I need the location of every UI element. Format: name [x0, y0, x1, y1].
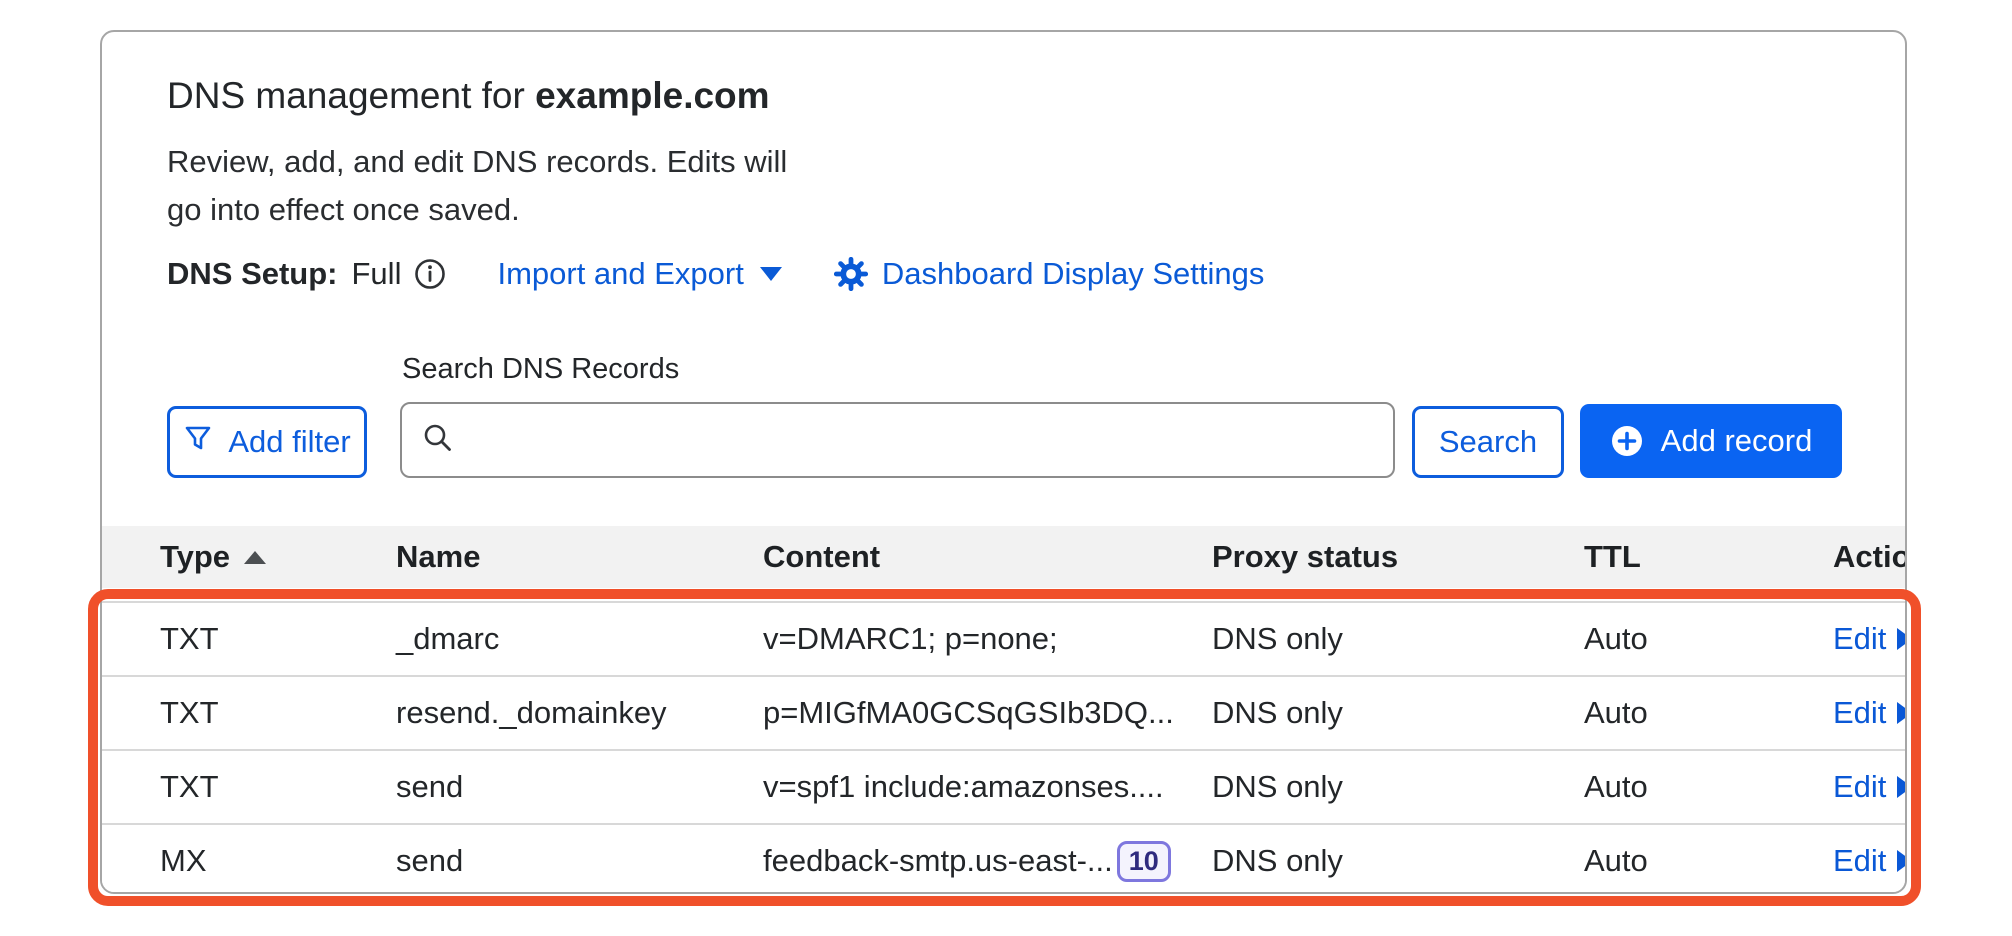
dns-setup-value: Full	[352, 256, 402, 292]
cell-content: v=spf1 include:amazonses....	[763, 769, 1212, 805]
page-title: DNS management for example.com	[167, 74, 1905, 118]
table-gap	[102, 588, 1905, 601]
add-record-label: Add record	[1661, 423, 1813, 459]
chevron-right-icon	[1897, 628, 1907, 650]
edit-label: Edit	[1833, 695, 1886, 731]
table-row-domainkey: TXT resend._domainkey p=MIGfMA0GCSqGSIb3…	[102, 675, 1905, 749]
cell-type: TXT	[160, 769, 396, 805]
cell-ttl: Auto	[1584, 769, 1833, 805]
edit-label: Edit	[1833, 843, 1886, 879]
search-field-group: Search DNS Records	[400, 352, 1395, 478]
table-row-mx: MX send feedback-smtp.us-east-... 10 DNS…	[102, 823, 1905, 894]
mx-priority-badge: 10	[1117, 841, 1171, 882]
cell-proxy-status: DNS only	[1212, 843, 1584, 879]
cell-name: resend._domainkey	[396, 695, 763, 731]
cell-proxy-status: DNS only	[1212, 769, 1584, 805]
cell-name: send	[396, 769, 763, 805]
info-icon[interactable]	[413, 257, 447, 291]
chevron-right-icon	[1897, 776, 1907, 798]
dashboard-display-settings-link[interactable]: Dashboard Display Settings	[882, 256, 1265, 292]
add-filter-button[interactable]: Add filter	[167, 406, 367, 478]
plus-circle-icon	[1610, 424, 1644, 458]
chevron-right-icon	[1897, 850, 1907, 872]
cell-content: feedback-smtp.us-east-... 10	[763, 841, 1212, 882]
cell-content: p=MIGfMA0GCSqGSIb3DQ...	[763, 695, 1212, 731]
filter-icon	[183, 423, 213, 461]
edit-record-button[interactable]: Edit	[1833, 621, 1907, 657]
chevron-right-icon	[1897, 702, 1907, 724]
table-row-dmarc: TXT _dmarc v=DMARC1; p=none; DNS only Au…	[102, 601, 1905, 675]
add-filter-label: Add filter	[228, 424, 350, 460]
column-header-actions: Actions	[1833, 539, 1907, 575]
table-row-spf: TXT send v=spf1 include:amazonses.... DN…	[102, 749, 1905, 823]
page-description: Review, add, and edit DNS records. Edits…	[167, 138, 1905, 234]
search-button[interactable]: Search	[1412, 406, 1564, 478]
toolbar: Add filter Search DNS Records Search	[167, 352, 1905, 478]
cell-name: send	[396, 843, 763, 879]
dns-management-card: DNS management for example.com Review, a…	[100, 30, 1907, 894]
cell-proxy-status: DNS only	[1212, 621, 1584, 657]
column-header-type-label: Type	[160, 539, 230, 575]
dns-setup-label: DNS Setup:	[167, 256, 338, 292]
search-box	[400, 402, 1395, 478]
cell-type: MX	[160, 843, 396, 879]
edit-label: Edit	[1833, 769, 1886, 805]
cell-content-text: feedback-smtp.us-east-...	[763, 843, 1113, 879]
search-field-label: Search DNS Records	[402, 352, 1395, 386]
sort-ascending-icon	[244, 551, 266, 564]
column-header-proxy-status[interactable]: Proxy status	[1212, 539, 1584, 575]
table-header-row: Type Name Content Proxy status TTL Actio…	[102, 526, 1905, 588]
cell-name: _dmarc	[396, 621, 763, 657]
cell-proxy-status: DNS only	[1212, 695, 1584, 731]
cell-ttl: Auto	[1584, 843, 1833, 879]
description-line-1: Review, add, and edit DNS records. Edits…	[167, 144, 787, 179]
add-record-button[interactable]: Add record	[1580, 404, 1842, 478]
edit-record-button[interactable]: Edit	[1833, 769, 1907, 805]
search-input[interactable]	[470, 422, 1373, 458]
page-title-prefix: DNS management for	[167, 75, 535, 116]
edit-record-button[interactable]: Edit	[1833, 695, 1907, 731]
search-button-label: Search	[1439, 424, 1537, 460]
column-header-content[interactable]: Content	[763, 539, 1212, 575]
dns-setup-row: DNS Setup: Full Import and Export	[167, 256, 1905, 292]
cell-ttl: Auto	[1584, 695, 1833, 731]
column-header-ttl[interactable]: TTL	[1584, 539, 1833, 575]
cell-type: TXT	[160, 695, 396, 731]
page-title-domain: example.com	[535, 75, 769, 116]
cell-type: TXT	[160, 621, 396, 657]
chevron-down-icon	[760, 267, 782, 281]
edit-label: Edit	[1833, 621, 1886, 657]
import-export-label: Import and Export	[497, 256, 743, 292]
cell-content: v=DMARC1; p=none;	[763, 621, 1212, 657]
search-icon	[422, 422, 454, 459]
description-line-2: go into effect once saved.	[167, 192, 520, 227]
import-export-link[interactable]: Import and Export	[497, 256, 781, 292]
column-header-name[interactable]: Name	[396, 539, 763, 575]
gear-icon	[834, 257, 868, 291]
column-header-type[interactable]: Type	[160, 539, 396, 575]
edit-record-button[interactable]: Edit	[1833, 843, 1907, 879]
cell-ttl: Auto	[1584, 621, 1833, 657]
